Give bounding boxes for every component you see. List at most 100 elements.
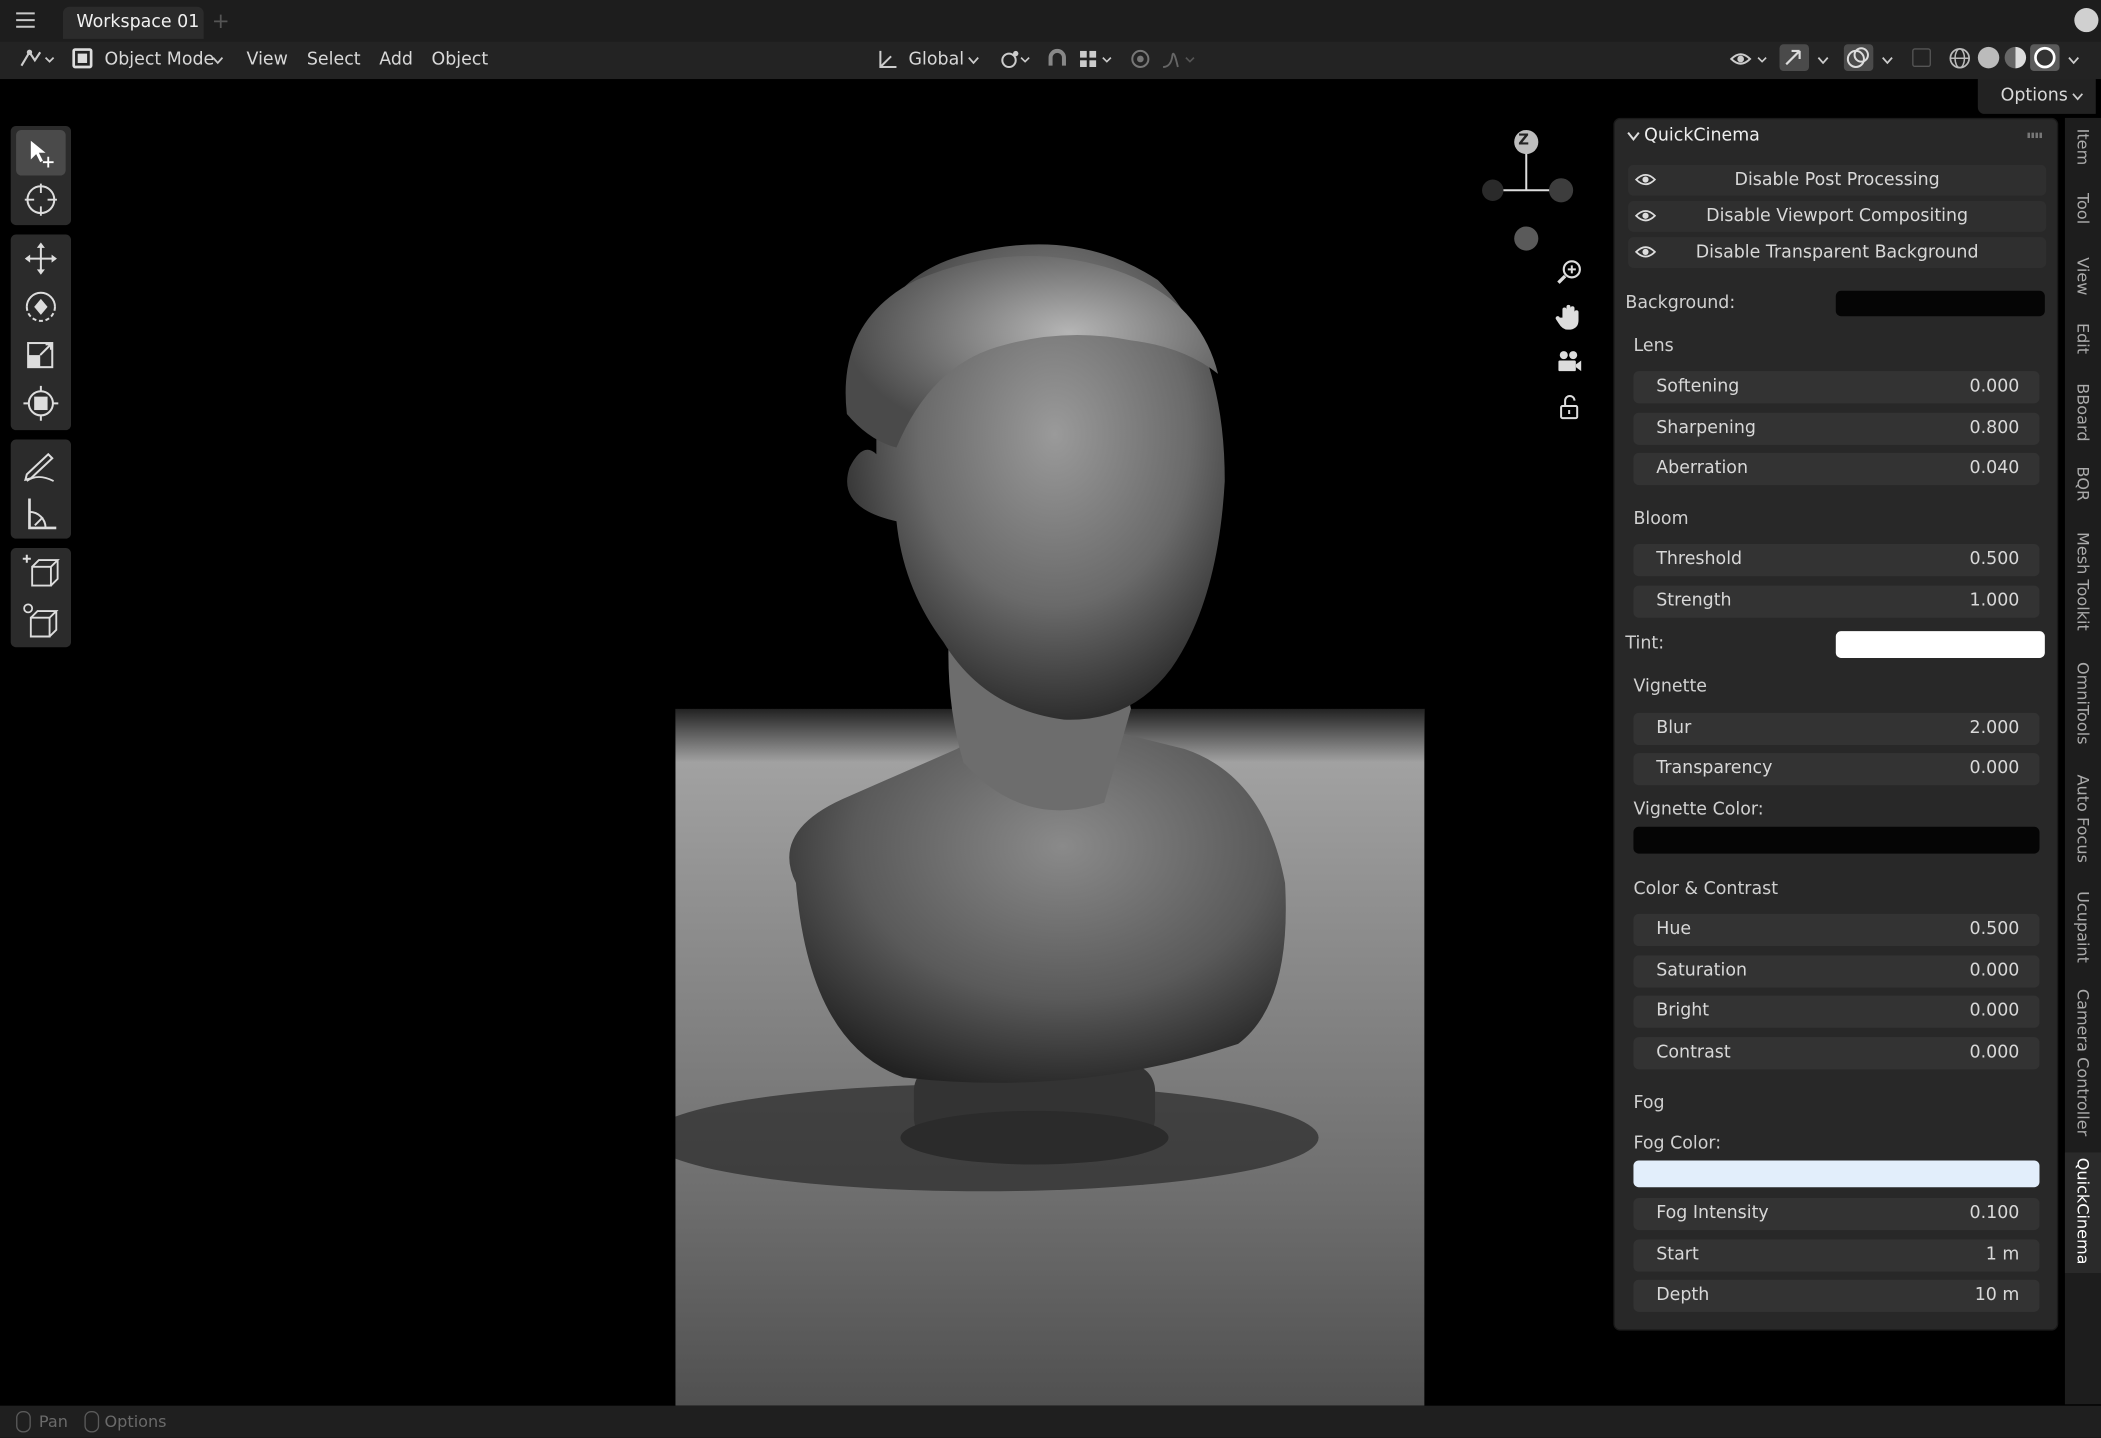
annotate-tool[interactable] (16, 442, 66, 488)
blur-field[interactable]: Blur 2.000 (1633, 712, 2040, 746)
mouse-right-icon (84, 1411, 100, 1433)
field-value: 0.500 (1969, 919, 2020, 940)
menu-view[interactable]: View (247, 42, 288, 80)
editor-type-icon[interactable] (19, 47, 57, 71)
top-bar (0, 0, 2101, 42)
threshold-field[interactable]: Threshold 0.500 (1633, 544, 2040, 577)
menu-add[interactable]: Add (379, 42, 413, 80)
tab-bboard[interactable]: BBoard (2065, 378, 2101, 448)
eye-icon (1634, 210, 1657, 222)
field-label: Softening (1656, 376, 1740, 397)
depth-field[interactable]: Depth 10 m (1633, 1279, 2040, 1312)
chevron-down-icon[interactable] (1817, 56, 1829, 65)
tab-omnitools[interactable]: OmniTools (2065, 657, 2101, 756)
disable-viewport-compositing-toggle[interactable]: Disable Viewport Compositing (1628, 201, 2047, 232)
field-label: Fog Intensity (1656, 1203, 1769, 1224)
field-value: 0.000 (1969, 376, 2020, 397)
proportional-edit-icon[interactable] (1128, 47, 1152, 71)
tint-color-swatch[interactable] (1835, 631, 2045, 658)
disable-post-processing-toggle[interactable]: Disable Post Processing (1628, 164, 2047, 196)
fog-color-label: Fog Color: (1633, 1133, 1722, 1154)
eye-icon (1634, 246, 1657, 258)
hue-field[interactable]: Hue 0.500 (1633, 913, 2040, 947)
xray-icon[interactable] (1912, 48, 1931, 67)
snap-target-icon[interactable] (1077, 47, 1115, 71)
field-label: Blur (1656, 718, 1692, 739)
solid-shading-icon[interactable] (1977, 46, 2000, 69)
transparency-field[interactable]: Transparency 0.000 (1633, 753, 2040, 786)
sharpening-field[interactable]: Sharpening 0.800 (1633, 412, 2040, 445)
options-button[interactable]: Options (1977, 79, 2096, 114)
start-field[interactable]: Start 1 m (1633, 1239, 2040, 1272)
contrast-field[interactable]: Contrast 0.000 (1633, 1037, 2040, 1070)
material-shading-icon[interactable] (2004, 46, 2027, 69)
field-label: Strength (1656, 590, 1732, 612)
saturation-field[interactable]: Saturation 0.000 (1633, 955, 2040, 988)
extrude-tool[interactable] (16, 599, 66, 645)
workspace-tab[interactable]: Workspace 01 (62, 6, 204, 39)
vignette-color-swatch[interactable] (1633, 826, 2040, 854)
toggle-label: Disable Transparent Background (1695, 242, 1979, 263)
panel-title: QuickCinema (1644, 125, 1760, 147)
chevron-down-icon[interactable] (2068, 56, 2080, 65)
rotate-tool[interactable] (16, 284, 66, 330)
measure-tool[interactable] (16, 490, 66, 536)
tab-edit[interactable]: Edit (2065, 318, 2101, 372)
object-mode-dropdown[interactable]: Object Mode (105, 42, 215, 80)
camera-icon[interactable] (1554, 347, 1583, 376)
fog-intensity-field[interactable]: Fog Intensity 0.100 (1633, 1197, 2040, 1231)
menu-select[interactable]: Select (307, 42, 361, 80)
tab-ucupaint[interactable]: Ucupaint (2065, 886, 2101, 972)
gizmo-toggle-icon[interactable] (1779, 44, 1809, 72)
transform-tool[interactable] (16, 381, 66, 427)
tab-item[interactable]: Item (2065, 123, 2101, 182)
tab-camera-controller[interactable]: Camera Controller (2065, 984, 2101, 1139)
menu-icon[interactable] (16, 12, 35, 28)
tab-auto-focus[interactable]: Auto Focus (2065, 769, 2101, 868)
lock-icon[interactable] (1554, 393, 1583, 422)
pan-hand-icon[interactable] (1554, 302, 1583, 331)
select-box-tool[interactable] (16, 129, 66, 176)
toolbar-group-annotate (10, 439, 72, 539)
disable-transparent-background-toggle[interactable]: Disable Transparent Background (1628, 237, 2047, 268)
tab-bqr[interactable]: BQR (2065, 461, 2101, 515)
render-image (675, 79, 1425, 1406)
bright-field[interactable]: Bright 0.000 (1633, 995, 2040, 1028)
rendered-shading-icon[interactable] (2030, 44, 2060, 72)
field-label: Hue (1656, 919, 1692, 940)
tab-mesh-toolkit[interactable]: Mesh Toolkit (2065, 527, 2101, 641)
tab-quickcinema[interactable]: QuickCinema (2064, 1152, 2101, 1273)
strength-field[interactable]: Strength 1.000 (1633, 585, 2040, 618)
field-value: 1.000 (1969, 590, 2020, 612)
wireframe-shading-icon[interactable] (1948, 47, 1971, 70)
falloff-curve-icon[interactable] (1160, 47, 1198, 71)
collapse-chevron-icon[interactable] (1627, 131, 1640, 142)
orientation-dropdown[interactable]: Global (909, 42, 965, 80)
menu-object[interactable]: Object (431, 42, 488, 80)
aberration-field[interactable]: Aberration 0.040 (1633, 452, 2040, 486)
object-mode-icon (72, 48, 93, 69)
snapping-magnet-icon[interactable] (1045, 47, 1069, 71)
cursor-tool[interactable] (16, 177, 66, 223)
field-value: 0.000 (1969, 960, 2020, 981)
move-tool[interactable] (16, 236, 66, 282)
zoom-icon[interactable] (1554, 257, 1583, 286)
drag-handle-icon[interactable] (2027, 132, 2044, 139)
pivot-point-icon[interactable] (998, 47, 1033, 71)
add-cube-tool[interactable] (16, 551, 66, 597)
tab-tool[interactable]: Tool (2065, 188, 2101, 242)
add-workspace-button[interactable]: + (212, 8, 230, 33)
softening-field[interactable]: Softening 0.000 (1633, 371, 2040, 404)
tab-view[interactable]: View (2065, 252, 2101, 306)
background-label: Background: (1625, 293, 1736, 314)
toolbar-group-add (10, 548, 72, 648)
overlays-icon[interactable] (1843, 44, 1874, 72)
visibility-icon[interactable] (1729, 47, 1772, 71)
chevron-down-icon (967, 56, 979, 65)
toolbar-group-select (10, 125, 72, 226)
background-color-swatch[interactable] (1835, 290, 2045, 317)
chevron-down-icon[interactable] (1881, 56, 1893, 65)
color-contrast-section-title: Color & Contrast (1633, 879, 1779, 900)
scale-tool[interactable] (16, 332, 66, 378)
fog-color-swatch[interactable] (1633, 1160, 2040, 1188)
